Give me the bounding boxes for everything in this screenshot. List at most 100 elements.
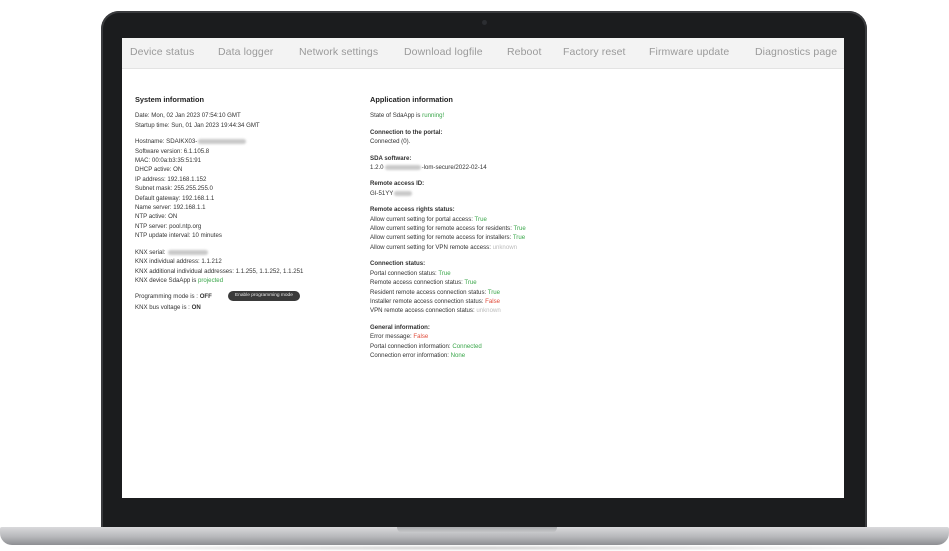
system-information-panel: System information Date: Mon, 02 Jan 202…: [135, 95, 365, 313]
laptop-base-notch: [397, 527, 557, 533]
app-state-value: running!: [422, 112, 445, 120]
bus-voltage-label: KNX bus voltage is :: [135, 304, 192, 312]
hostname-label: Hostname: SDAIKX03-: [135, 138, 198, 146]
nameserver-line: Name server: 192.168.1.1: [135, 204, 206, 212]
nav-firmware-update[interactable]: Firmware update: [649, 46, 729, 58]
connection-status-heading: Connection status:: [370, 260, 426, 268]
knx-individual-line: KNX individual address: 1.1.212: [135, 258, 222, 266]
sda-software-line: 1.2.0 -lom-secure/2022-02-14: [370, 163, 600, 172]
general-value: False: [413, 333, 429, 341]
bus-voltage-line: KNX bus voltage is : ON: [135, 303, 365, 312]
screen: Device status Data logger Network settin…: [122, 38, 844, 498]
redacted-hostname: [198, 139, 247, 145]
rights-value: True: [513, 225, 526, 233]
portal-heading: Connection to the portal:: [370, 128, 443, 136]
general-line: Error message: False: [370, 332, 600, 341]
system-information-heading: System information: [135, 95, 204, 104]
startup-line: Startup time: Sun, 01 Jan 2023 19:44:34 …: [135, 121, 260, 129]
remote-rights-heading: Remote access rights status:: [370, 206, 455, 214]
general-value: None: [450, 351, 466, 359]
rights-label: Allow current setting for remote access …: [370, 225, 514, 233]
nav-device-status[interactable]: Device status: [130, 46, 194, 58]
ntp-interval-line: NTP update interval: 10 minutes: [135, 232, 222, 240]
knx-serial-label: KNX serial:: [135, 248, 166, 256]
rights-label: Allow current setting for VPN remote acc…: [370, 243, 493, 251]
sda-version-prefix: 1.2.0: [370, 164, 384, 172]
conn-label: VPN remote access connection status:: [370, 307, 477, 315]
conn-label: Portal connection status:: [370, 269, 439, 277]
knx-device-status: projected: [198, 276, 224, 284]
application-information-panel: Application information State of SdaApp …: [370, 95, 600, 360]
programming-mode-value: OFF: [199, 293, 212, 301]
nav-data-logger[interactable]: Data logger: [218, 46, 273, 58]
programming-mode-label: Programming mode is :: [135, 293, 200, 301]
rights-line: Allow current setting for VPN remote acc…: [370, 243, 600, 252]
general-line: Connection error information: None: [370, 351, 600, 360]
hostname-line: Hostname: SDAIKX03-: [135, 137, 365, 146]
app-state-line: State of SdaApp is running!: [370, 111, 600, 120]
conn-line: Remote access connection status: True: [370, 278, 600, 287]
general-label: Error message:: [370, 333, 414, 341]
general-information-heading: General information:: [370, 323, 430, 331]
sda-version-suffix: -lom-secure/2022-02-14: [421, 164, 487, 172]
conn-label: Installer remote access connection statu…: [370, 297, 486, 305]
software-line: Software version: 6.1.105.8: [135, 147, 210, 155]
nav-reboot[interactable]: Reboot: [507, 46, 541, 58]
rights-value: unknown: [492, 243, 518, 251]
date-line: Date: Mon, 02 Jan 2023 07:54:10 GMT: [135, 112, 241, 120]
knx-device-label: KNX device SdaApp is: [135, 276, 199, 284]
rights-line: Allow current setting for remote access …: [370, 224, 600, 233]
redacted-remote-id: [394, 190, 413, 196]
general-value: Connected: [452, 342, 482, 350]
knx-device-line: KNX device SdaApp is projected: [135, 276, 365, 285]
conn-value: True: [464, 279, 477, 287]
bus-voltage-value: ON: [191, 304, 201, 312]
programming-mode-row: Programming mode is : OFF Enable program…: [135, 291, 365, 303]
portal-value: Connected (0).: [370, 138, 411, 146]
remote-access-id-line: GI-51YY: [370, 189, 600, 198]
app-state-label: State of SdaApp is: [370, 112, 423, 120]
application-information-heading: Application information: [370, 95, 453, 104]
nav-network-settings[interactable]: Network settings: [299, 46, 378, 58]
mac-line: MAC: 00:0a:b3:35:51:91: [135, 157, 202, 165]
top-nav: Device status Data logger Network settin…: [122, 38, 844, 69]
rights-line: Allow current setting for remote access …: [370, 233, 600, 242]
conn-line: Resident remote access connection status…: [370, 288, 600, 297]
redacted-serial: [168, 249, 209, 255]
conn-line: Installer remote access connection statu…: [370, 297, 600, 306]
general-label: Connection error information:: [370, 351, 451, 359]
dhcp-line: DHCP active: ON: [135, 166, 183, 174]
rights-value: True: [474, 215, 487, 223]
conn-value: False: [485, 297, 501, 305]
nav-diagnostics-page[interactable]: Diagnostics page: [755, 46, 837, 58]
ntp-server-line: NTP server: pool.ntp.org: [135, 222, 202, 230]
rights-label: Allow current setting for remote access …: [370, 234, 513, 242]
rights-line: Allow current setting for portal access:…: [370, 215, 600, 224]
remote-access-id-prefix: GI-51YY: [370, 189, 394, 197]
nav-download-logfile[interactable]: Download logfile: [404, 46, 483, 58]
conn-value: True: [487, 288, 501, 296]
gateway-line: Default gateway: 192.168.1.1: [135, 194, 215, 202]
camera-icon: [482, 20, 487, 25]
general-label: Portal connection information:: [370, 342, 453, 350]
general-line: Portal connection information: Connected: [370, 342, 600, 351]
subnet-line: Subnet mask: 255.255.255.0: [135, 185, 213, 193]
conn-value: True: [438, 269, 451, 277]
rights-label: Allow current setting for portal access:: [370, 215, 475, 223]
conn-label: Remote access connection status:: [370, 279, 465, 287]
redacted-version: [384, 164, 421, 170]
conn-line: VPN remote access connection status: unk…: [370, 306, 600, 315]
conn-label: Resident remote access connection status…: [370, 288, 488, 296]
rights-value: True: [512, 234, 526, 242]
conn-value: unknown: [476, 307, 501, 315]
conn-line: Portal connection status: True: [370, 269, 600, 278]
remote-access-id-heading: Remote access ID:: [370, 180, 425, 188]
enable-programming-mode-button[interactable]: Enable programming mode: [228, 291, 300, 302]
knx-additional-line: KNX additional individual addresses: 1.1…: [135, 267, 304, 275]
nav-factory-reset[interactable]: Factory reset: [563, 46, 626, 58]
ip-line: IP address: 192.168.1.152: [135, 175, 207, 183]
knx-serial-line: KNX serial:: [135, 248, 365, 257]
ntp-active-line: NTP active: ON: [135, 213, 178, 221]
sda-software-heading: SDA software:: [370, 154, 412, 162]
laptop-shadow: [30, 545, 919, 551]
